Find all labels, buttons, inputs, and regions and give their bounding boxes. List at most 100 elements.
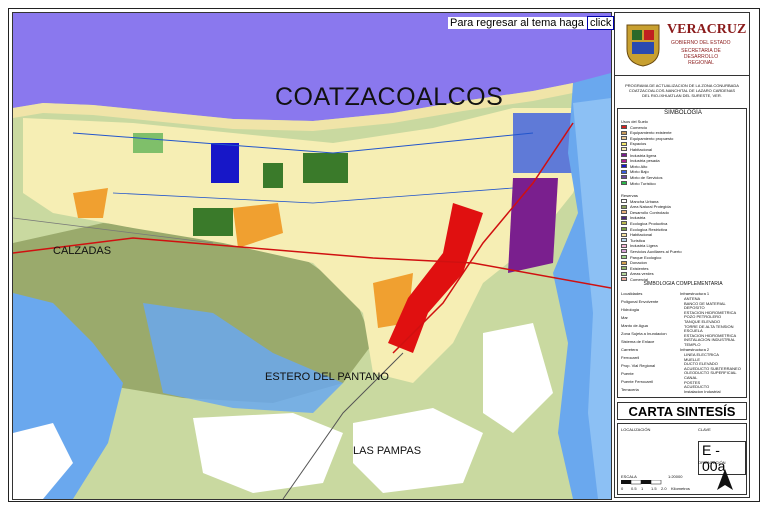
legend-swatch	[621, 210, 627, 215]
legend-label: Habitacional	[630, 232, 653, 238]
legend-swatch	[621, 153, 627, 157]
legend-label: Industria pesada	[630, 158, 660, 164]
label-calzadas: CALZADAS	[53, 245, 112, 257]
legend-swatch	[621, 158, 627, 163]
legend-swatch	[621, 147, 627, 152]
legend-label: Mancha Urbana	[630, 198, 659, 204]
legend-item: Sistema de Enlace	[621, 339, 655, 344]
project-line3: DEL RIO-IXHUATLAN DEL SURESTE, VER.	[642, 93, 722, 98]
label-las-pampas: LAS PAMPAS	[353, 445, 422, 457]
state-name: VERACRUZ	[667, 22, 747, 37]
legend-label: Industria Ligera	[630, 243, 658, 249]
sheet-title: CARTA SINTESÍS	[617, 402, 747, 420]
scale-tick-label: Kilometros	[671, 486, 690, 491]
secretariat-label: SECRETARIA DE DESARROLLO REGIONAL	[671, 48, 731, 66]
legend-label: Mixto Alto	[630, 163, 648, 169]
uses-title: Usos del Suelo	[621, 119, 648, 124]
panel-header: VERACRUZ GOBIERNO DEL ESTADO SECRETARIA …	[615, 13, 749, 76]
legend-swatch	[621, 271, 627, 276]
legend-swatch	[621, 255, 627, 259]
legend-swatch	[621, 204, 627, 209]
legend-label: Existentes	[630, 265, 649, 271]
legend-swatch	[621, 175, 627, 180]
legend-label: Industria	[630, 215, 646, 221]
city-title: COATZACOALCOS	[275, 83, 504, 111]
legend-item: Mar	[621, 315, 628, 320]
scale-tick-label: 1	[641, 486, 644, 491]
legend-label: Ecologica Productiva	[630, 220, 668, 226]
north-arrow-icon	[717, 469, 733, 490]
back-instruction: Para regresar al tema haga click	[448, 16, 617, 30]
legend-swatch	[621, 215, 627, 220]
legend-label: Parque Ecologico	[630, 254, 662, 260]
legend-item: Prop. Vial Regional	[621, 363, 656, 368]
legend-swatch	[621, 164, 627, 169]
legend-swatch	[621, 249, 627, 254]
legend-item: Manto de Agua	[621, 323, 648, 328]
legend-label: Comercio	[630, 124, 648, 130]
legend-swatch	[621, 243, 627, 248]
scale-bar	[621, 480, 662, 485]
legend-item: Poligonal Envolvente	[621, 299, 659, 304]
legend-swatch	[621, 125, 627, 129]
legend-label: Ecologica Restrictiva	[630, 226, 668, 232]
legend-swatch	[621, 136, 627, 141]
legend-swatch	[621, 227, 627, 231]
complementary-title: SIMBOLOGIA COMPLEMENTARIA	[643, 281, 723, 287]
legend-item: Puente	[621, 371, 634, 376]
state-seal-icon	[626, 24, 660, 67]
legend-box: SIMBOLOGÍA Usos del Suelo Reservas SIMBO…	[617, 108, 747, 398]
back-click-link[interactable]: click	[586, 16, 615, 30]
sheet-footer: LOCALIZACIÓN CLAVE E - 00a ORIENTACIÓN E…	[617, 423, 747, 495]
legend-swatch	[621, 141, 627, 146]
map-area: COATZACOALCOS CALZADAS ESTERO DEL PANTAN…	[12, 12, 612, 500]
orientacion-label: ORIENTACIÓN	[698, 460, 726, 465]
back-text: Para regresar al tema haga	[450, 17, 584, 29]
scale-tick-label: 1.5	[651, 486, 657, 491]
legend-swatch	[621, 169, 627, 174]
legend-label: Habitacional	[630, 146, 653, 152]
simbologia-title: SIMBOLOGÍA	[664, 110, 702, 116]
scale-tick-label: 2.0	[661, 486, 667, 491]
scale-tick-label: 0.5	[631, 486, 637, 491]
legend-label: Areas verdes	[630, 271, 654, 277]
legend-swatch	[621, 238, 627, 243]
legend-label: Turistica	[630, 237, 645, 243]
legend-swatch	[621, 277, 627, 282]
legend-label: Servicios Auxiliares al Puerto	[630, 248, 682, 254]
legend-label: Area Natural Protegida	[630, 204, 671, 210]
legend-item: Localidades	[621, 291, 643, 296]
reserves-title: Reservas	[621, 193, 638, 198]
legend-swatch	[621, 221, 627, 226]
legend-item: Zona Sujeta a Inundacion	[621, 331, 667, 336]
legend-swatch	[621, 266, 627, 271]
legend-label: Mixto Turístico	[630, 180, 656, 186]
legend-label: Mixto Bajo	[630, 169, 649, 175]
legend-item: Ferrocarril	[621, 355, 640, 360]
legend-label: Equipamiento existente	[630, 130, 672, 136]
legend-item: Instalacion Industrial	[684, 388, 721, 394]
legend-swatch	[621, 260, 627, 265]
legend-swatch	[621, 130, 627, 135]
legend-swatch	[621, 199, 627, 203]
legend-label: Comercial	[630, 276, 649, 282]
legend-item: Carretera	[621, 347, 638, 352]
secretariat-line2: DESARROLLO REGIONAL	[683, 54, 719, 66]
legend-label: Espacios	[630, 141, 647, 147]
legend-panel: VERACRUZ GOBIERNO DEL ESTADO SECRETARIA …	[614, 12, 750, 498]
clave-label: CLAVE	[698, 427, 711, 432]
legend-item: Puente Ferrocarril	[621, 379, 654, 384]
legend-item: Hidrologia	[621, 307, 640, 312]
label-estero-del-pantano: ESTERO DEL PANTANO	[265, 371, 389, 383]
legend-item: Terraceria	[621, 387, 639, 392]
legend-swatch	[621, 232, 627, 237]
localizacion-label: LOCALIZACIÓN	[621, 427, 651, 432]
legend-label: Donacion	[630, 260, 647, 266]
escala-label: ESCALA	[621, 474, 637, 479]
scale-tick-label: 0	[621, 486, 624, 491]
legend-item: TEMPLO	[684, 342, 701, 347]
government-label: GOBIERNO DEL ESTADO	[671, 40, 731, 46]
scale-ratio: 1:20000	[668, 474, 683, 479]
legend-label: Mixto de Servicios	[630, 174, 663, 180]
legend-label: Equipamiento propuesto	[630, 135, 674, 141]
